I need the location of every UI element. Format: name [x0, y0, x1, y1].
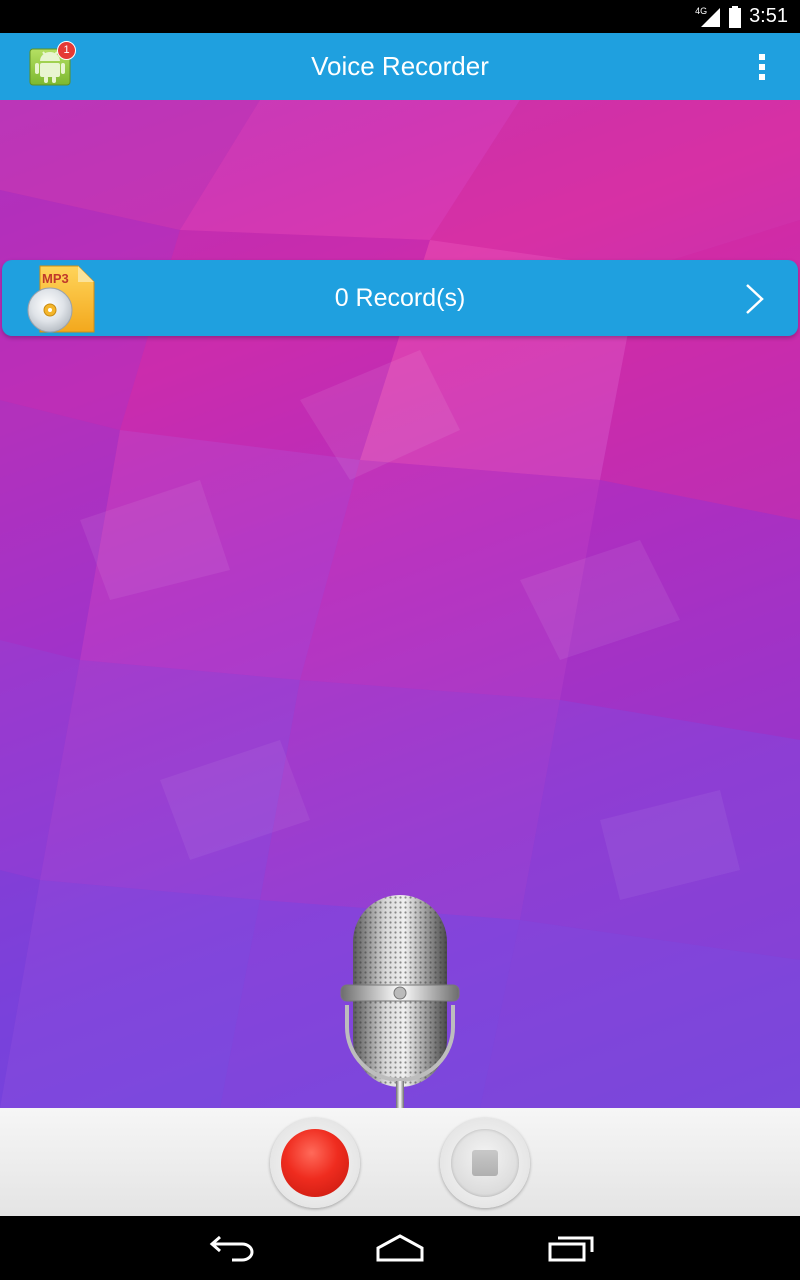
recent-apps-icon[interactable]: [542, 1232, 598, 1264]
records-count-label: 0 Record(s): [334, 284, 466, 312]
home-icon[interactable]: [372, 1232, 428, 1264]
overflow-menu-icon[interactable]: [748, 51, 776, 83]
navigation-bar: [0, 1216, 800, 1280]
microphone-icon: [333, 895, 467, 1108]
action-bar: 1 Voice Recorder: [0, 33, 800, 100]
stop-button[interactable]: [440, 1118, 530, 1208]
clock: 3:51: [749, 5, 788, 27]
status-bar: 4G 3:51: [0, 0, 800, 33]
network-type: 4G: [695, 5, 708, 16]
signal-icon: 4G: [695, 6, 721, 28]
record-icon: [281, 1129, 349, 1197]
main-content: MP3 0 Record(s): [0, 100, 800, 1108]
back-icon[interactable]: [202, 1232, 258, 1264]
records-list-button[interactable]: MP3 0 Record(s): [2, 260, 798, 336]
battery-icon: [729, 5, 742, 28]
chevron-right-icon: [744, 282, 766, 316]
page-title: Voice Recorder: [311, 51, 489, 81]
record-button[interactable]: [270, 1118, 360, 1208]
stop-square-icon: [472, 1150, 498, 1176]
control-bar: [0, 1108, 800, 1216]
status-icons: 4G 3:51: [695, 4, 788, 29]
